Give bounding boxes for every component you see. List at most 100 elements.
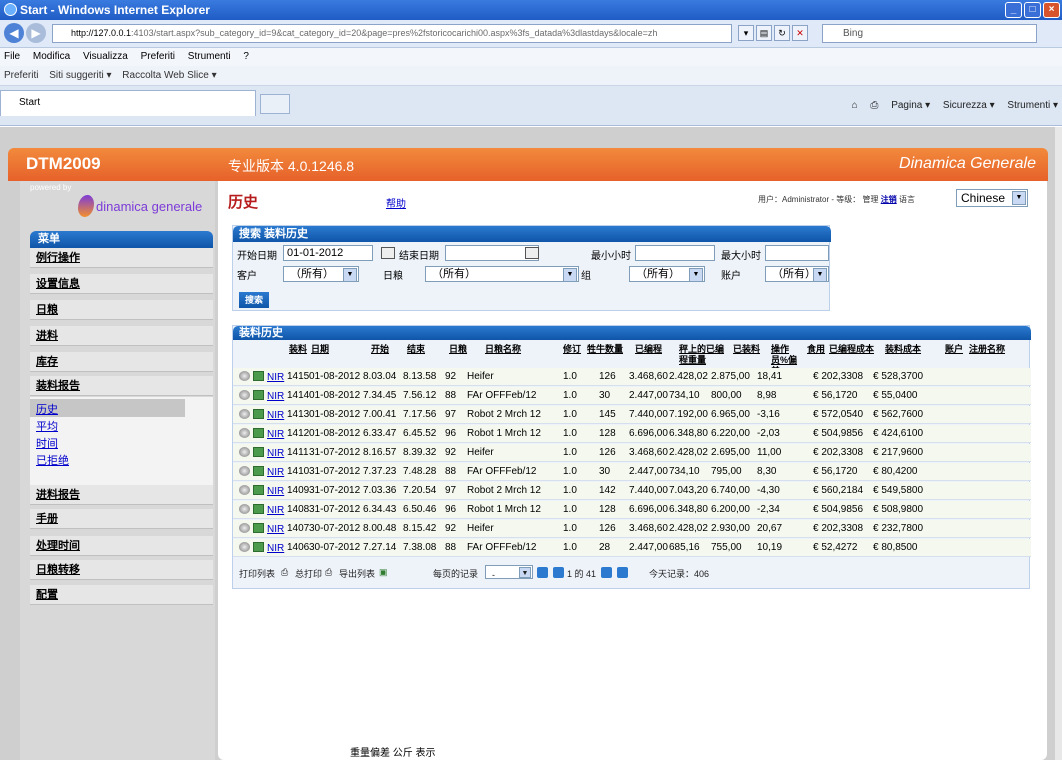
close-button[interactable]: ×: [1043, 2, 1060, 18]
col-programmed-cost[interactable]: 已编程成本: [829, 344, 877, 355]
excel-icon[interactable]: [253, 485, 264, 495]
home-icon[interactable]: ⌂: [852, 100, 858, 111]
start-date-input[interactable]: 01-01-2012: [283, 245, 373, 261]
print-icon[interactable]: [239, 523, 250, 533]
col-account[interactable]: 账户: [945, 344, 963, 355]
col-heads[interactable]: 牲牛数量: [587, 344, 623, 355]
print-icon[interactable]: ⎙: [325, 567, 332, 578]
print-icon[interactable]: [239, 409, 250, 419]
excel-icon[interactable]: [253, 390, 264, 400]
sidebar-item-routine[interactable]: 例行操作: [30, 248, 213, 268]
col-eaten[interactable]: 食用: [807, 344, 825, 355]
per-page-select[interactable]: - ▼: [485, 565, 533, 580]
excel-icon[interactable]: [253, 409, 264, 419]
table-row[interactable]: NIR 1409 31-07-2012 7.03.36 7.20.54 97 Robot 2…: [233, 482, 1031, 500]
menu-help[interactable]: ?: [243, 51, 249, 62]
excel-icon[interactable]: [253, 466, 264, 476]
print-icon[interactable]: [239, 466, 250, 476]
sidebar-item-process-time[interactable]: 处理时间: [30, 536, 213, 556]
stop-icon[interactable]: ✕: [792, 25, 808, 41]
table-row[interactable]: NIR 1411 31-07-2012 8.16.57 8.39.32 92 Heifer 1…: [233, 444, 1031, 462]
table-row[interactable]: NIR 1408 31-07-2012 6.34.43 6.50.46 96 Robot 1…: [233, 501, 1031, 519]
sidebar-item-config[interactable]: 配置: [30, 585, 213, 605]
print-icon[interactable]: [239, 542, 250, 552]
back-button[interactable]: ◀: [4, 23, 24, 43]
col-registration-name[interactable]: 注册名称: [969, 344, 1005, 355]
excel-icon[interactable]: [253, 371, 264, 381]
col-date[interactable]: 日期: [311, 344, 329, 355]
compat-view-icon[interactable]: ▤: [756, 25, 772, 41]
max-hour-input[interactable]: [765, 245, 829, 261]
nir-link[interactable]: NIR: [267, 410, 284, 421]
maximize-button[interactable]: □: [1024, 2, 1041, 18]
min-hour-input[interactable]: [635, 245, 715, 261]
sidebar-item-ration-transfer[interactable]: 日粮转移: [30, 560, 213, 580]
group-select[interactable]: （所有） ▼: [629, 266, 705, 282]
sidebar-item-settings[interactable]: 设置信息: [30, 274, 213, 294]
nir-link[interactable]: NIR: [267, 391, 284, 402]
menu-favorites[interactable]: Preferiti: [141, 51, 175, 62]
print-icon[interactable]: [239, 485, 250, 495]
nir-link[interactable]: NIR: [267, 448, 284, 459]
print-icon[interactable]: [239, 447, 250, 457]
excel-icon[interactable]: [253, 428, 264, 438]
table-row[interactable]: NIR 1414 01-08-2012 7.34.45 7.56.12 88 FAr OFF…: [233, 387, 1031, 405]
col-load-cost[interactable]: 装料成本: [885, 344, 921, 355]
submenu-item-history[interactable]: 历史: [36, 401, 58, 417]
table-row[interactable]: NIR 1413 01-08-2012 7.00.41 7.17.56 97 Robot 2…: [233, 406, 1031, 424]
col-programmed[interactable]: 已编程: [635, 344, 662, 355]
table-row[interactable]: NIR 1410 31-07-2012 7.37.23 7.48.28 88 FAr OFF…: [233, 463, 1031, 481]
col-ration-name[interactable]: 日粮名称: [485, 344, 521, 355]
print-icon[interactable]: [239, 390, 250, 400]
nir-link[interactable]: NIR: [267, 486, 284, 497]
suggested-sites-link[interactable]: Siti suggeriti ▾: [49, 70, 111, 81]
account-select[interactable]: （所有） ▼: [765, 266, 829, 282]
calendar-icon[interactable]: [381, 247, 395, 259]
col-end[interactable]: 结束: [407, 344, 425, 355]
table-row[interactable]: NIR 1406 30-07-2012 7.27.14 7.38.08 88 FAr OFF…: [233, 539, 1031, 557]
table-row[interactable]: NIR 1412 01-08-2012 6.33.47 6.45.52 96 Robot 1…: [233, 425, 1031, 443]
excel-icon[interactable]: [253, 542, 264, 552]
submenu-item-time[interactable]: 时间: [36, 435, 58, 451]
favorites-button[interactable]: Preferiti: [4, 70, 38, 81]
refresh-icon[interactable]: ↻: [774, 25, 790, 41]
prev-page-button[interactable]: [553, 567, 564, 578]
tab-start[interactable]: Start: [0, 90, 256, 116]
dropdown-button[interactable]: ▾: [738, 25, 754, 41]
sidebar-item-load-report[interactable]: 装料报告: [30, 376, 213, 396]
menu-file[interactable]: File: [4, 51, 20, 62]
language-select[interactable]: Chinese ▼: [956, 189, 1028, 207]
col-loaded[interactable]: 已装料: [733, 344, 760, 355]
print-icon[interactable]: [239, 428, 250, 438]
first-page-button[interactable]: [537, 567, 548, 578]
excel-icon[interactable]: [253, 504, 264, 514]
menu-view[interactable]: Visualizza: [83, 51, 128, 62]
web-slice-link[interactable]: Raccolta Web Slice ▾: [122, 70, 216, 81]
tools-menu[interactable]: Strumenti ▾: [1007, 100, 1058, 111]
nir-link[interactable]: NIR: [267, 372, 284, 383]
print-icon[interactable]: [239, 371, 250, 381]
calendar-icon[interactable]: [525, 247, 539, 259]
search-button[interactable]: 搜索: [239, 292, 269, 308]
forward-button[interactable]: ▶: [26, 23, 46, 43]
submenu-item-rejected[interactable]: 已拒绝: [36, 452, 69, 468]
sidebar-item-stock[interactable]: 库存: [30, 352, 213, 372]
new-tab-button[interactable]: [260, 94, 290, 114]
col-load[interactable]: 装料: [289, 344, 307, 355]
excel-icon[interactable]: [253, 523, 264, 533]
excel-icon[interactable]: ▣: [379, 567, 388, 578]
export-list-link[interactable]: 导出列表: [339, 567, 375, 580]
print-list-link[interactable]: 打印列表: [239, 567, 275, 580]
nir-link[interactable]: NIR: [267, 505, 284, 516]
col-revision[interactable]: 修订: [563, 344, 581, 355]
nir-link[interactable]: NIR: [267, 429, 284, 440]
customer-select[interactable]: （所有） ▼: [283, 266, 359, 282]
last-page-button[interactable]: [617, 567, 628, 578]
sidebar-item-manual[interactable]: 手册: [30, 509, 213, 529]
menu-tools[interactable]: Strumenti: [188, 51, 231, 62]
print-icon[interactable]: [239, 504, 250, 514]
help-link[interactable]: 帮助: [386, 195, 406, 210]
nir-link[interactable]: NIR: [267, 543, 284, 554]
ration-select[interactable]: （所有） ▼: [425, 266, 579, 282]
logout-link[interactable]: 注销: [881, 195, 897, 204]
